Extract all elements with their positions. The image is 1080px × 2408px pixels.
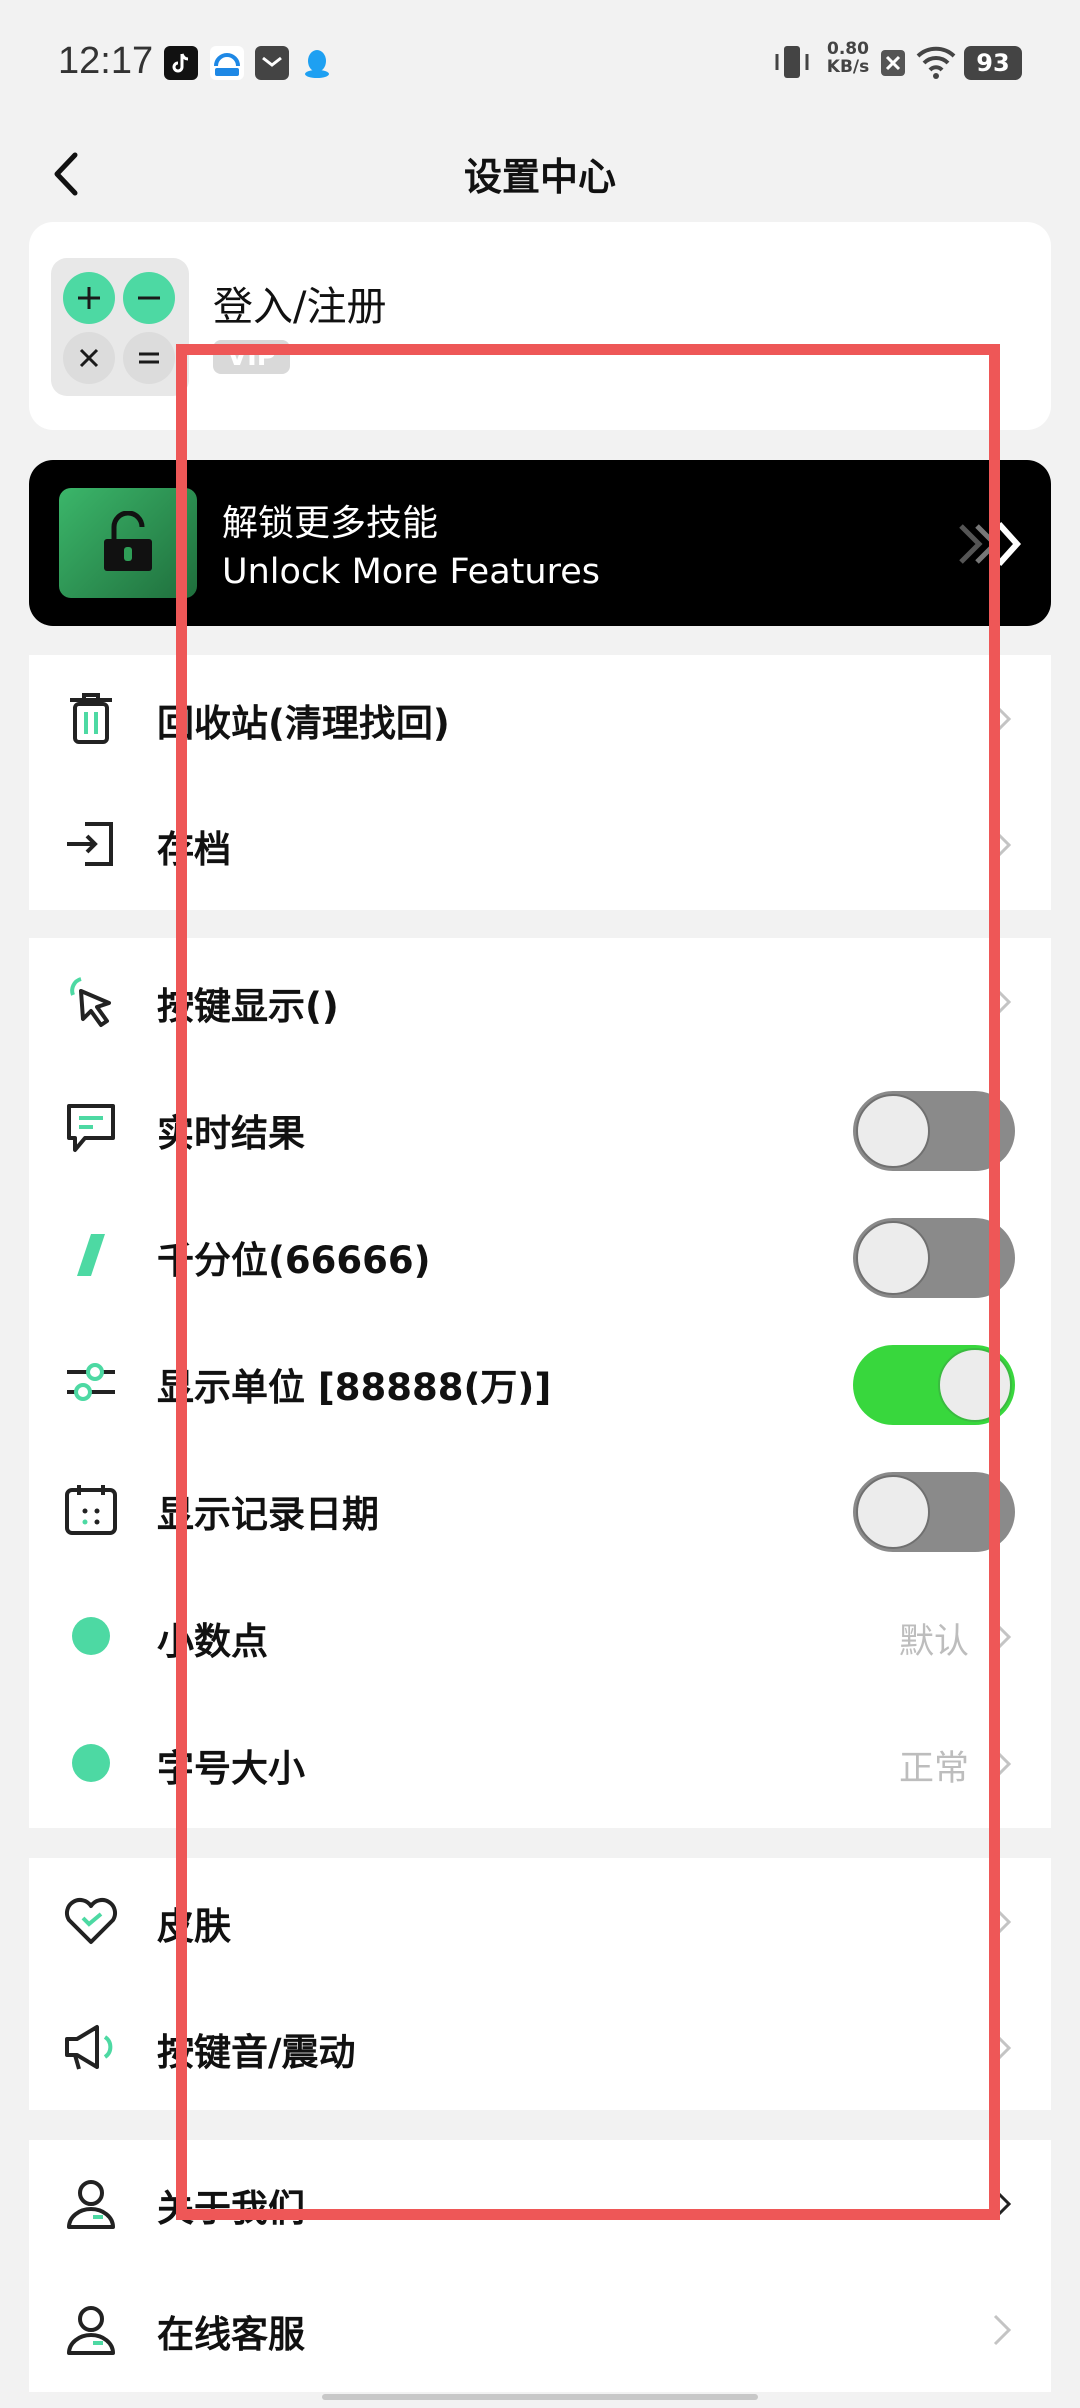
toggle-knob — [856, 1221, 930, 1295]
status-time: 12:17 — [58, 40, 154, 82]
row-label: 显示记录日期 — [157, 1493, 379, 1536]
style-settings-group: 皮肤 按键音/震动 — [29, 1858, 1051, 2110]
home-indicator[interactable] — [322, 2394, 758, 2400]
about-settings-group: 关于我们 在线客服 — [29, 2140, 1051, 2392]
unlock-features-banner[interactable]: 解锁更多技能 Unlock More Features — [29, 460, 1051, 626]
record-date-toggle[interactable] — [853, 1472, 1015, 1552]
times-icon — [63, 332, 115, 384]
settings-row-online-support[interactable]: 在线客服 — [29, 2266, 1051, 2392]
sim-off-icon — [881, 50, 905, 76]
settings-row-about-us[interactable]: 关于我们 — [29, 2140, 1051, 2266]
chevron-right-icon — [993, 1906, 1012, 1938]
chevron-right-icon — [993, 986, 1012, 1018]
row-value: 默认 — [898, 1622, 969, 1662]
settings-row-key-display[interactable]: 按键显示() — [29, 938, 1051, 1064]
sliders-icon — [61, 1352, 121, 1412]
unlock-icon — [59, 488, 197, 598]
slash-icon — [61, 1225, 121, 1285]
chevron-right-icon — [993, 2188, 1012, 2220]
heart-icon — [61, 1891, 121, 1951]
unlock-subtitle: Unlock More Features — [222, 552, 600, 592]
settings-row-sound-vibration[interactable]: 按键音/震动 — [29, 1984, 1051, 2110]
cursor-click-icon — [61, 971, 121, 1031]
settings-row-display-unit: 显示单位 [88888(万)] — [29, 1319, 1051, 1445]
settings-row-realtime-result: 实时结果 — [29, 1065, 1051, 1191]
page-title: 设置中心 — [463, 155, 616, 199]
megaphone-icon — [61, 2017, 121, 2077]
tiktok-icon — [164, 46, 198, 80]
toggle-knob — [856, 1475, 930, 1549]
status-bar: 12:17 0.80 KB/s 93 — [0, 0, 1080, 128]
network-speed: 0.80 KB/s — [826, 39, 870, 77]
row-label: 在线客服 — [157, 2313, 305, 2356]
row-label: 字号大小 — [157, 1747, 305, 1790]
dot-icon — [61, 1733, 121, 1793]
data-settings-group: 回收站(清理找回) 存档 — [29, 655, 1051, 910]
settings-row-thousands-separator: 千分位(66666) — [29, 1192, 1051, 1318]
settings-row-decimal-point[interactable]: 小数点 默认 — [29, 1573, 1051, 1699]
realtime-result-toggle[interactable] — [853, 1091, 1015, 1171]
row-label: 按键显示() — [157, 985, 339, 1028]
chevron-right-icon — [993, 2032, 1012, 2064]
vip-badge: VIP — [213, 340, 290, 374]
row-label: 关于我们 — [157, 2187, 305, 2230]
row-label: 显示单位 [88888(万)] — [157, 1366, 552, 1409]
chevron-right-icon — [993, 1621, 1012, 1653]
chevron-right-icon — [993, 829, 1012, 861]
user-icon — [61, 2299, 121, 2359]
minus-icon — [123, 272, 175, 324]
display-settings-group: 按键显示() 实时结果 千分位(66666) 显示单位 [88888(万)] 显… — [29, 938, 1051, 1828]
trash-icon — [61, 688, 121, 748]
unlock-title: 解锁更多技能 — [222, 503, 439, 544]
login-register-link[interactable]: 登入/注册 — [213, 274, 386, 332]
settings-row-skin[interactable]: 皮肤 — [29, 1858, 1051, 1984]
row-label: 按键音/震动 — [157, 2031, 356, 2074]
user-icon — [61, 2173, 121, 2233]
wifi-icon — [916, 46, 956, 79]
settings-page: 12:17 0.80 KB/s 93 设置中心 登入/注册 VIP 解锁更多技能… — [0, 0, 1080, 2408]
message-square-icon — [61, 1098, 121, 1158]
settings-row-archive[interactable]: 存档 — [29, 781, 1051, 907]
toggle-knob — [938, 1348, 1012, 1422]
account-card[interactable]: 登入/注册 VIP — [29, 222, 1051, 430]
display-unit-toggle[interactable] — [853, 1345, 1015, 1425]
shield-app-icon — [210, 46, 244, 80]
mail-icon — [255, 46, 289, 80]
qq-icon — [300, 46, 334, 80]
row-label: 回收站(清理找回) — [157, 702, 450, 745]
equals-icon — [123, 332, 175, 384]
nav-bar: 设置中心 — [0, 128, 1080, 224]
row-label: 实时结果 — [157, 1112, 305, 1155]
row-value: 正常 — [898, 1749, 969, 1789]
double-chevron-right-icon — [959, 521, 1022, 567]
vibrate-icon — [775, 46, 809, 78]
toggle-knob — [856, 1094, 930, 1168]
settings-row-recycle-bin[interactable]: 回收站(清理找回) — [29, 655, 1051, 781]
settings-row-record-date: 显示记录日期 — [29, 1446, 1051, 1572]
row-label: 存档 — [157, 828, 231, 871]
plus-icon — [63, 272, 115, 324]
chevron-right-icon — [993, 1748, 1012, 1780]
archive-login-icon — [61, 814, 121, 874]
battery-indicator: 93 — [964, 46, 1022, 80]
row-label: 小数点 — [157, 1620, 268, 1663]
row-label: 千分位(66666) — [157, 1239, 431, 1282]
chevron-right-icon — [993, 703, 1012, 735]
dot-icon — [61, 1606, 121, 1666]
settings-row-font-size[interactable]: 字号大小 正常 — [29, 1700, 1051, 1826]
app-logo — [51, 258, 189, 396]
battery-level: 93 — [976, 49, 1010, 77]
calendar-icon — [61, 1479, 121, 1539]
row-label: 皮肤 — [157, 1905, 231, 1948]
thousands-separator-toggle[interactable] — [853, 1218, 1015, 1298]
chevron-right-icon — [993, 2314, 1012, 2346]
